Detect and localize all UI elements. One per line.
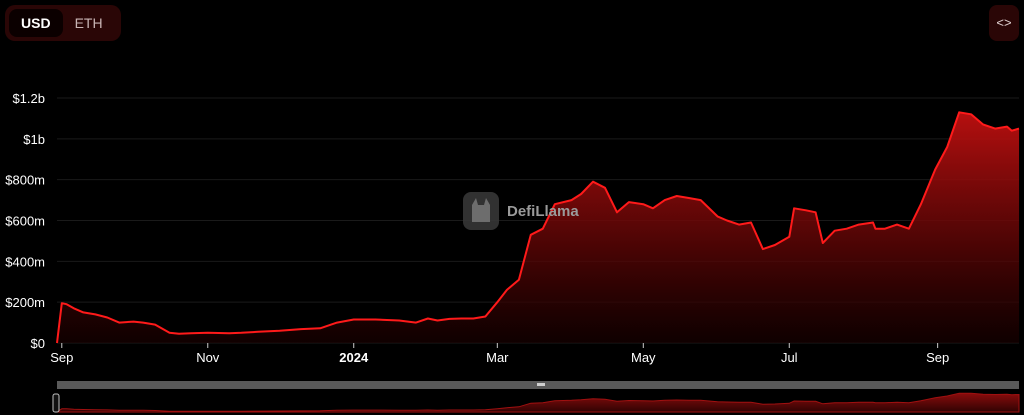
y-tick-label: $800m	[5, 173, 45, 188]
y-tick-label: $1b	[23, 132, 45, 147]
x-tick-label: Sep	[926, 350, 949, 365]
slider-grip-icon[interactable]	[537, 383, 545, 386]
slider-preview	[55, 392, 1020, 413]
range-slider[interactable]	[52, 381, 1020, 413]
y-tick-label: $600m	[5, 214, 45, 229]
x-tick-label: 2024	[339, 350, 369, 365]
y-axis: $0 $200m $400m $600m $800m $1b $1.2b	[5, 91, 45, 351]
slider-left-handle[interactable]	[52, 393, 60, 413]
x-axis: Sep Nov 2024 Mar May Jul Sep	[50, 343, 949, 365]
area-series	[56, 111, 1020, 344]
y-tick-label: $1.2b	[12, 91, 45, 106]
y-tick-label: $200m	[5, 295, 45, 310]
tvl-area-chart: $0 $200m $400m $600m $800m $1b $1.2b Sep Nov 202…	[5, 91, 1020, 413]
y-tick-label: $0	[31, 336, 45, 351]
watermark-text: DefiLlama	[507, 203, 579, 220]
y-tick-label: $400m	[5, 254, 45, 269]
x-tick-label: Mar	[486, 350, 509, 365]
x-tick-label: May	[631, 350, 656, 365]
x-tick-label: Jul	[781, 350, 798, 365]
x-tick-label: Nov	[196, 350, 220, 365]
x-tick-label: Sep	[50, 350, 73, 365]
slider-preview-area	[55, 392, 1020, 413]
